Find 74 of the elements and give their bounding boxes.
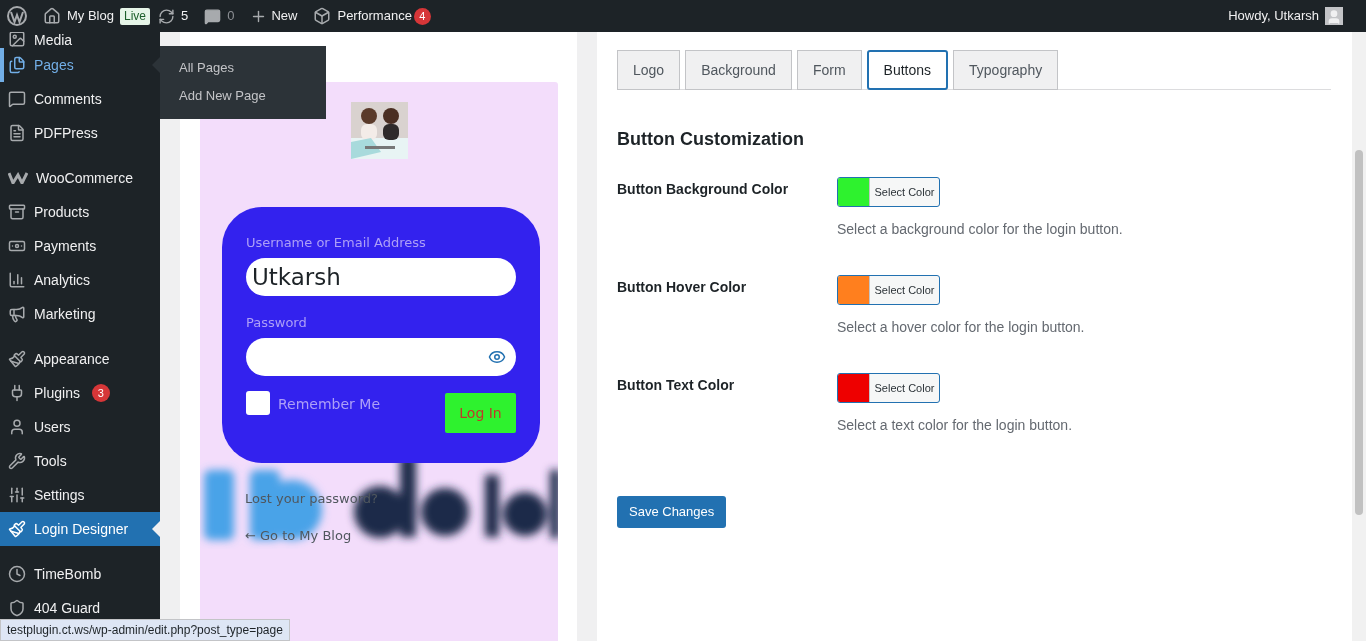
setting-description: Select a hover color for the login button. [837,318,1085,337]
save-button[interactable]: Save Changes [617,496,727,528]
live-badge: Live [119,7,150,25]
sidebar-item[interactable]: Analytics [0,263,160,297]
sidebar-item[interactable]: Users [0,410,160,444]
sidebar-item[interactable]: Media [0,32,160,48]
pages-icon [8,56,26,74]
color-picker-button[interactable]: Select Color [837,373,940,403]
sidebar-item[interactable]: Comments [0,82,160,116]
comment-icon [8,90,26,108]
checkbox-label: Remember Me [278,395,380,414]
section-title: Button Customization [617,128,805,151]
sidebar-item[interactable]: Plugins 3 [0,376,160,410]
refresh-icon [158,7,175,25]
tab[interactable]: Background [685,50,792,90]
megaphone-icon [8,305,26,323]
color-picker-button[interactable]: Select Color [837,177,940,207]
tab[interactable]: Typography [953,50,1059,90]
paintbrush-icon [8,520,26,538]
box-icon [313,7,332,25]
login-button[interactable]: Log In [445,393,516,433]
field-label: Password [246,315,308,331]
sidebar-item[interactable]: TimeBomb [0,557,160,591]
setting-description: Select a background color for the login button. [837,220,1123,239]
clock-icon [8,565,26,583]
scrollbar[interactable] [1352,32,1366,641]
tab[interactable]: Form [796,50,862,90]
comment-icon [204,7,222,25]
tab[interactable]: Buttons [866,50,949,90]
username-field[interactable]: Utkarsh [246,258,516,296]
tab[interactable]: Logo [617,50,681,90]
site-link[interactable]: My Blog [43,6,114,26]
wordpress-logo-icon[interactable] [7,6,27,26]
setting-label: Button Hover Color [617,278,748,297]
eye-icon[interactable] [488,348,506,366]
setting-label: Button Background Color [617,180,790,199]
performance-link[interactable]: Performance 4 [313,6,431,26]
bar-chart-icon [8,271,26,289]
flyout-item[interactable]: All Pages [179,59,326,77]
sidebar-item[interactable]: PDFPress [0,116,160,150]
paintbrush-icon [8,350,26,368]
home-icon [43,7,61,25]
url-tooltip: testplugin.ct.ws/wp-admin/edit.php?post_type=page [0,619,290,641]
sidebar-item[interactable]: WooCommerce [0,161,160,195]
sidebar-item[interactable]: Products [0,195,160,229]
updates-link[interactable]: 5 [158,6,189,26]
setting-description: Select a text color for the login button. [837,416,1073,435]
sidebar-item[interactable]: Appearance [0,342,160,376]
new-link[interactable]: New [250,6,298,26]
document-icon [8,124,26,142]
password-field[interactable] [246,338,516,376]
back-to-blog-link[interactable]: ← Go to My Blog [245,525,352,545]
sidebar-item[interactable]: Marketing [0,297,160,331]
account-menu[interactable]: Howdy, Utkarsh [1228,6,1343,26]
sidebar-item[interactable]: Settings [0,478,160,512]
archive-icon [8,203,26,221]
setting-label: Button Text Color [617,376,736,395]
count-badge: 3 [91,384,110,402]
count-badge: 4 [413,7,431,25]
sliders-icon [8,486,26,504]
sidebar-item[interactable]: Tools [0,444,160,478]
sidebar-item[interactable]: Login Designer [0,512,160,546]
sidebar-item[interactable]: Payments [0,229,160,263]
checkbox[interactable] [246,391,270,415]
zigzag-icon [8,172,28,184]
field-label: Username or Email Address [246,235,427,251]
flyout-item[interactable]: Add New Page [179,87,326,105]
shield-icon [8,599,26,617]
wrench-icon [8,452,26,470]
user-icon [8,418,26,436]
image-icon [8,32,26,48]
comments-link[interactable]: 0 [204,6,235,26]
avatar-icon [1325,7,1343,25]
color-picker-button[interactable]: Select Color [837,275,940,305]
